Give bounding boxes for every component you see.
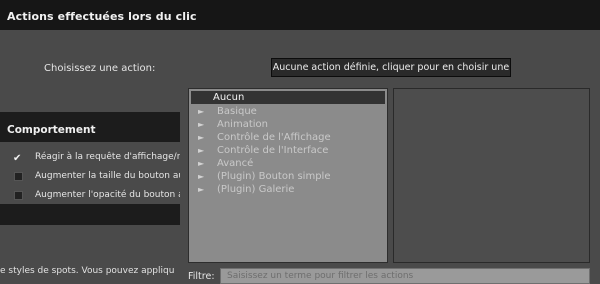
action-category-list[interactable]: Aucun ► Basique ► Animation ► Contrôle de l… <box>188 88 388 263</box>
list-item-label: (Plugin) Bouton simple <box>217 171 331 182</box>
list-item[interactable]: ► Avancé <box>189 157 387 170</box>
list-item-label: Avancé <box>217 158 254 169</box>
list-item[interactable]: ► Animation <box>189 118 387 131</box>
list-item-label: Contrôle de l'Affichage <box>217 132 331 143</box>
list-item-label: Basique <box>217 106 257 117</box>
list-item-label: Contrôle de l'Interface <box>217 145 329 156</box>
triangle-right-icon: ► <box>198 146 205 155</box>
option-label: Augmenter la taille du bouton au <box>35 171 180 181</box>
list-item[interactable]: ► Contrôle de l'Interface <box>189 144 387 157</box>
sub-section-header <box>0 204 180 225</box>
choose-action-label: Choisissez une action: <box>44 63 156 74</box>
triangle-right-icon: ► <box>198 120 205 129</box>
checkbox-grow-opacity[interactable] <box>14 191 23 200</box>
section-title: Actions effectuées lors du clic <box>0 0 600 30</box>
list-item-selected[interactable]: Aucun <box>191 91 385 104</box>
list-item[interactable]: ► (Plugin) Galerie <box>189 183 387 196</box>
triangle-right-icon: ► <box>198 107 205 116</box>
option-react-display[interactable]: Réagir à la requête d'affichage/r <box>0 148 180 167</box>
choose-action-button[interactable]: Aucune action définie, cliquer pour en c… <box>271 58 511 77</box>
option-label: Réagir à la requête d'affichage/r <box>35 152 180 162</box>
list-item[interactable]: ► Basique <box>189 105 387 118</box>
triangle-right-icon: ► <box>198 159 205 168</box>
list-item[interactable]: ► (Plugin) Bouton simple <box>189 170 387 183</box>
triangle-right-icon: ► <box>198 172 205 181</box>
list-item-label: Animation <box>217 119 268 130</box>
list-item-label: (Plugin) Galerie <box>217 184 295 195</box>
triangle-right-icon: ► <box>198 185 205 194</box>
list-item[interactable]: ► Contrôle de l'Affichage <box>189 131 387 144</box>
checkbox-grow-size[interactable] <box>14 172 23 181</box>
option-grow-size[interactable]: Augmenter la taille du bouton au <box>0 167 180 186</box>
filter-label: Filtre: <box>188 271 215 282</box>
behavior-options: Réagir à la requête d'affichage/r Augmen… <box>0 148 180 205</box>
action-detail-panel <box>393 88 590 263</box>
behavior-header: Comportement <box>0 112 180 142</box>
triangle-right-icon: ► <box>198 133 205 142</box>
option-grow-opacity[interactable]: Augmenter l'opacité du bouton a <box>0 186 180 205</box>
option-label: Augmenter l'opacité du bouton a <box>35 190 180 200</box>
checkbox-react-display[interactable] <box>13 149 23 167</box>
footer-description: e styles de spots. Vous pouvez appliqu <box>0 266 175 276</box>
